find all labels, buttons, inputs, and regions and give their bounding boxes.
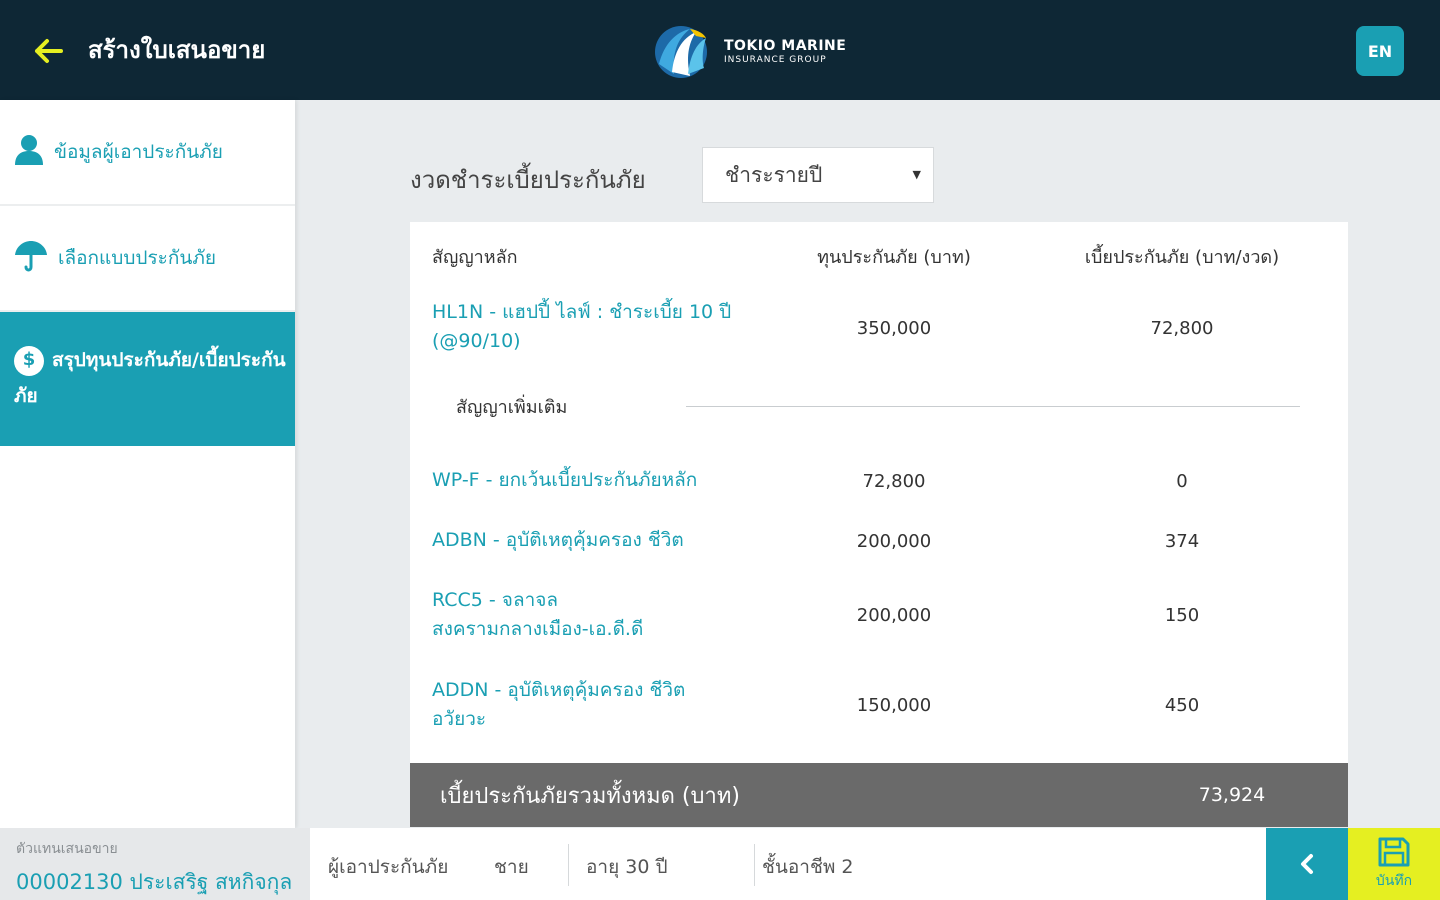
rider-sum-insured: 72,800	[862, 471, 926, 492]
rider-name[interactable]: WP-F - ยกเว้นเบี้ยประกันภัยหลัก	[432, 466, 752, 495]
total-premium-value: 73,924	[1198, 784, 1266, 806]
umbrella-icon	[14, 240, 48, 276]
rider-premium: 150	[1164, 605, 1200, 626]
rider-premium: 374	[1164, 531, 1200, 552]
header-premium: เบี้ยประกันภัย (บาท/งวด)	[1084, 247, 1280, 268]
language-toggle-button[interactable]: EN	[1356, 26, 1404, 76]
payment-period-label: งวดชำระเบี้ยประกันภัย	[410, 166, 646, 194]
agent-name: 00002130 ประเสริฐ สหกิจกุล	[16, 870, 293, 894]
chevron-left-icon	[1301, 854, 1313, 874]
rider-divider	[686, 406, 1300, 407]
rider-sum-insured: 150,000	[856, 695, 932, 716]
logo-text-secondary: INSURANCE GROUP	[724, 55, 827, 66]
rider-name[interactable]: ADDN - อุบัติเหตุคุ้มครอง ชีวิต อวัยวะ	[432, 676, 732, 735]
rider-section-label: สัญญาเพิ่มเติม	[456, 397, 568, 418]
total-premium-label: เบี้ยประกันภัยรวมทั้งหมด (บาท)	[440, 783, 740, 809]
sidebar-item-select-plan[interactable]: เลือกแบบประกันภัย	[0, 206, 295, 312]
tokio-marine-logo: TOKIO MARINE INSURANCE GROUP	[650, 24, 846, 80]
main-plan-premium: 72,800	[1150, 318, 1214, 339]
rider-sum-insured: 200,000	[856, 605, 932, 626]
insured-label: ผู้เอาประกันภัย	[328, 856, 449, 878]
divider	[754, 844, 755, 886]
top-bar: สร้างใบเสนอขาย TOKIO MARINE INSURANCE GR…	[0, 0, 1440, 100]
agent-title: ตัวแทนเสนอขาย	[16, 841, 118, 857]
divider	[568, 844, 569, 886]
sidebar-item-label: ข้อมูลผู้เอาประกันภัย	[54, 141, 223, 163]
header-main-contract: สัญญาหลัก	[432, 247, 518, 268]
insured-info-bar: ผู้เอาประกันภัย ชาย อายุ 30 ปี ชั้นอาชีพ…	[310, 828, 1266, 900]
save-button-label: บันทึก	[1375, 873, 1413, 889]
header-sum-insured: ทุนประกันภัย (บาท)	[817, 247, 971, 268]
page-title: สร้างใบเสนอขาย	[88, 36, 266, 64]
dropdown-caret-icon: ▼	[912, 168, 921, 181]
rider-premium: 0	[1176, 471, 1188, 492]
insured-age: อายุ 30 ปี	[586, 856, 668, 878]
main-plan-name[interactable]: HL1N - แฮปปี้ ไลฟ์ : ชำระเบี้ย 10 ปี (@9…	[432, 298, 752, 357]
total-premium-bar: เบี้ยประกันภัยรวมทั้งหมด (บาท) 73,924	[410, 763, 1348, 827]
sidebar: ข้อมูลผู้เอาประกันภัย เลือกแบบประกันภัย …	[0, 100, 295, 828]
insured-occupation-class: ชั้นอาชีพ 2	[762, 856, 854, 878]
dollar-icon: $	[14, 345, 44, 376]
logo-text-primary: TOKIO MARINE	[724, 37, 847, 54]
insured-gender: ชาย	[494, 856, 529, 878]
payment-period-select[interactable]: ชำระรายปี ▼	[702, 147, 934, 203]
save-button[interactable]: บันทึก	[1348, 828, 1440, 900]
sidebar-item-insured-info[interactable]: ข้อมูลผู้เอาประกันภัย	[0, 100, 295, 206]
back-arrow-icon[interactable]	[32, 34, 66, 68]
person-icon	[14, 134, 44, 170]
rider-name[interactable]: ADBN - อุบัติเหตุคุ้มครอง ชีวิต	[432, 526, 752, 555]
previous-button[interactable]	[1266, 828, 1348, 900]
rider-premium: 450	[1164, 695, 1200, 716]
main-plan-sum-insured: 350,000	[856, 318, 932, 339]
logo-emblem-icon	[655, 26, 707, 78]
payment-period-value: ชำระรายปี	[725, 162, 823, 187]
floppy-disk-icon	[1378, 837, 1410, 867]
agent-info: ตัวแทนเสนอขาย 00002130 ประเสริฐ สหกิจกุล	[0, 828, 310, 900]
sidebar-item-label: สรุปทุนประกันภัย/เบี้ยประกันภัย	[14, 349, 286, 408]
sidebar-item-summary[interactable]: $ สรุปทุนประกันภัย/เบี้ยประกันภัย	[0, 312, 295, 446]
sidebar-item-label: เลือกแบบประกันภัย	[58, 247, 217, 269]
rider-sum-insured: 200,000	[856, 531, 932, 552]
rider-name[interactable]: RCC5 - จลาจล สงครามกลางเมือง-เอ.ดี.ดี	[432, 586, 692, 645]
coverage-summary-table: สัญญาหลัก ทุนประกันภัย (บาท) เบี้ยประกัน…	[410, 222, 1348, 827]
